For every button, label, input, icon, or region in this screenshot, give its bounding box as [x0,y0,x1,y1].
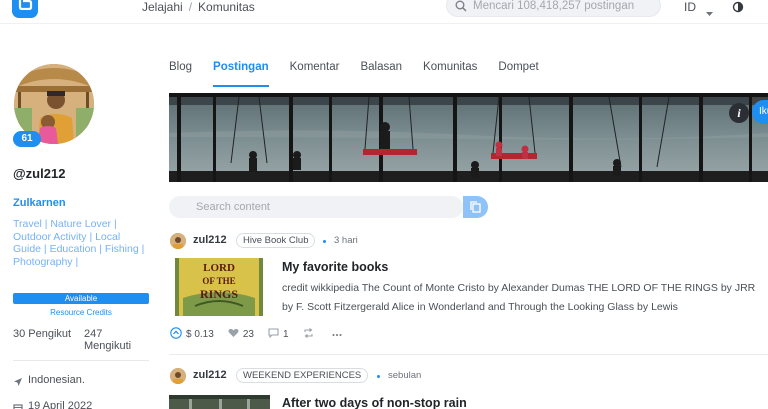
profile-tabs: Blog Postingan Komentar Balasan Komunita… [169,61,560,87]
post-title[interactable]: After two days of non-stop rain [282,396,467,409]
upvote-button[interactable]: $ 0.13 [170,327,214,342]
post-thumbnail-title: LORD OF THE RINGS [200,262,238,301]
more-icon [332,329,346,340]
tab-comments[interactable]: Komentar [290,61,340,87]
half-moon-icon[interactable] [732,0,744,18]
chevron-down-icon[interactable] [706,4,713,22]
tab-replies[interactable]: Balasan [360,61,402,87]
content-search-button[interactable] [463,196,488,218]
breadcrumb: Jelajahi / Komunitas [142,0,255,14]
global-search-input[interactable] [473,0,653,14]
resource-credits-label[interactable]: Resource Credits [13,308,149,317]
search-icon [455,0,467,17]
followers-count[interactable]: 30 Pengikut [13,328,71,340]
post-thumbnail-title-line: OF THE [202,276,235,286]
availability-bar: Available [13,293,149,304]
reblog-button[interactable] [303,328,318,341]
reblog-icon [303,328,318,341]
location-arrow-icon [13,374,23,392]
top-bar: Jelajahi / Komunitas ID [0,0,768,24]
content-search-input[interactable] [196,199,446,215]
post-author[interactable]: zul212 [193,369,227,381]
post-author[interactable]: zul212 [193,234,227,246]
post-title[interactable]: My favorite books [282,260,388,274]
profile-divider [13,360,149,361]
separator-dot [377,375,380,378]
cover-info-button[interactable]: i [729,103,749,123]
post-time: 3 hari [334,235,358,246]
post-thumbnail-title-line: LORD [203,262,235,274]
post-payout[interactable]: $ 0.13 [186,329,214,340]
comment-icon [268,328,283,341]
following-count[interactable]: 247 Mengikuti [84,328,144,352]
breadcrumb-current[interactable]: Komunitas [198,0,255,14]
post-vote-count[interactable]: 23 [243,329,254,340]
more-button[interactable] [332,329,346,340]
global-search-box[interactable] [446,0,661,17]
separator-dot [323,240,326,243]
cover-image [169,93,768,182]
tab-wallet[interactable]: Dompet [498,61,538,87]
post-author-avatar[interactable] [170,233,186,249]
profile-location: Indonesian. [28,374,85,386]
comments-button[interactable]: 1 [268,328,289,341]
content-search-box[interactable] [169,196,463,218]
post-thumbnail-title-line: RINGS [200,287,238,301]
tab-communities[interactable]: Komunitas [423,61,477,87]
breadcrumb-separator: / [188,0,193,14]
post-community-badge[interactable]: Hive Book Club [236,233,316,248]
post-excerpt[interactable]: credit wikkipedia The Count of Monte Cri… [282,279,766,317]
profile-joined-date: 19 April 2022 [28,400,93,409]
calendar-icon [13,400,23,409]
reputation-badge: 61 [13,131,41,147]
post-time: sebulan [388,370,422,381]
breadcrumb-home[interactable]: Jelajahi [142,0,183,14]
hive-logo-icon[interactable] [12,0,38,18]
post-divider [169,354,768,355]
tab-blog[interactable]: Blog [169,61,192,87]
post-actions: $ 0.13 23 1 [170,327,360,342]
profile-about: Travel | Nature Lover | Outdoor Activity… [13,218,145,268]
profile-username: @zul212 [13,166,66,181]
post-author-avatar[interactable] [170,368,186,384]
post-thumbnail[interactable] [169,395,270,409]
tab-posts[interactable]: Postingan [213,61,269,87]
votes-button[interactable]: 23 [228,328,254,341]
heart-icon [228,328,243,341]
post-community-badge[interactable]: WEEKEND EXPERIENCES [236,368,369,383]
profile-display-name: Zulkarnen [13,197,66,209]
post-thumbnail[interactable]: LORD OF THE RINGS [175,258,263,316]
upvote-icon [170,327,186,342]
language-selector[interactable]: ID [684,0,696,14]
post-comment-count[interactable]: 1 [283,329,289,340]
